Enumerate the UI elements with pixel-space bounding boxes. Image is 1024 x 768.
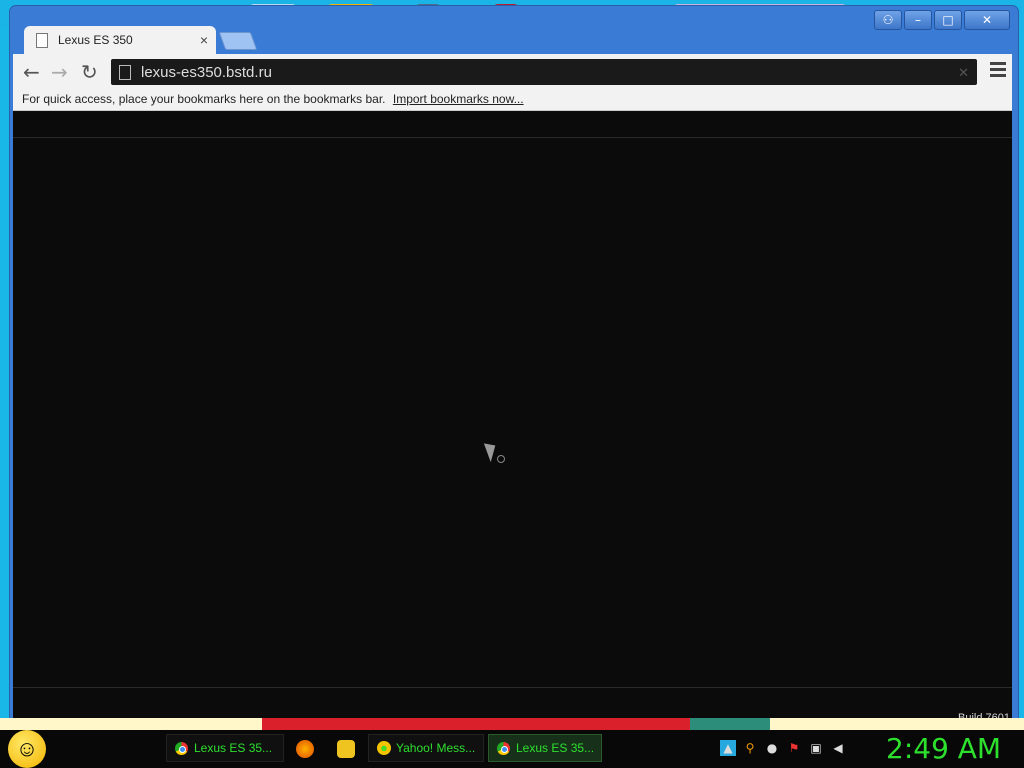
- system-tray: ▲ ⚲ ● ⚑ ▣ ◀: [720, 740, 846, 756]
- page-content[interactable]: [13, 111, 1012, 721]
- messenger-icon[interactable]: ●: [764, 740, 780, 756]
- window-controls: ⚇ – □ ✕: [874, 10, 1010, 30]
- network-drive-icon[interactable]: ▲: [720, 740, 736, 756]
- divider: [13, 137, 1012, 138]
- volume-icon[interactable]: ◀: [830, 740, 846, 756]
- tab-close-icon[interactable]: ×: [200, 32, 208, 48]
- firefox-icon[interactable]: [296, 740, 314, 758]
- reload-button[interactable]: ↻: [81, 62, 98, 82]
- yahoo-icon: ☻: [377, 741, 391, 755]
- desktop-wallpaper-strip: [0, 718, 1024, 730]
- network-icon[interactable]: ▣: [808, 740, 824, 756]
- taskbar-item-label: Yahoo! Mess...: [396, 741, 476, 755]
- browser-toolbar: ← → ↻ ✕: [13, 54, 1012, 90]
- clock[interactable]: 2:49 AM: [886, 732, 1001, 765]
- chrome-icon: [497, 741, 510, 755]
- divider: [13, 687, 1012, 688]
- taskbar: ☺ Lexus ES 35... ☻ Yahoo! Mess... Lexus …: [0, 730, 1024, 768]
- url-input[interactable]: [141, 63, 921, 81]
- start-button[interactable]: ☺: [8, 730, 46, 768]
- chrome-icon: [175, 741, 188, 755]
- minimize-button[interactable]: –: [904, 10, 932, 30]
- new-tab-button[interactable]: [218, 32, 258, 50]
- import-bookmarks-link[interactable]: Import bookmarks now...: [393, 92, 524, 106]
- tab-title: Lexus ES 350: [58, 33, 133, 47]
- taskbar-item-label: Lexus ES 35...: [194, 741, 273, 755]
- page-icon: [36, 32, 48, 48]
- taskbar-item-yahoo[interactable]: ☻ Yahoo! Mess...: [368, 734, 484, 762]
- user-icon[interactable]: ⚇: [874, 10, 902, 30]
- page-icon: [119, 64, 131, 80]
- forward-button[interactable]: →: [51, 62, 68, 82]
- bookmark-star-icon[interactable]: ✕: [958, 65, 969, 81]
- browser-tab[interactable]: Lexus ES 350 ×: [24, 26, 216, 54]
- bookmarks-bar: For quick access, place your bookmarks h…: [13, 90, 1012, 111]
- close-button[interactable]: ✕: [964, 10, 1010, 30]
- search-icon[interactable]: ⚲: [742, 740, 758, 756]
- loading-icon: [497, 455, 505, 463]
- address-bar[interactable]: ✕: [111, 59, 977, 85]
- folder-icon[interactable]: [337, 740, 355, 758]
- browser-window: ⚇ – □ ✕ Lexus ES 350 × ← → ↻ ✕ For quick…: [10, 6, 1018, 722]
- action-center-icon[interactable]: ⚑: [786, 740, 802, 756]
- taskbar-item-chrome-1[interactable]: Lexus ES 35...: [166, 734, 284, 762]
- taskbar-item-label: Lexus ES 35...: [516, 741, 595, 755]
- back-button[interactable]: ←: [23, 62, 40, 82]
- menu-icon[interactable]: [990, 62, 1006, 80]
- taskbar-item-chrome-2[interactable]: Lexus ES 35...: [488, 734, 602, 762]
- maximize-button[interactable]: □: [934, 10, 962, 30]
- bookmarks-message: For quick access, place your bookmarks h…: [22, 92, 386, 106]
